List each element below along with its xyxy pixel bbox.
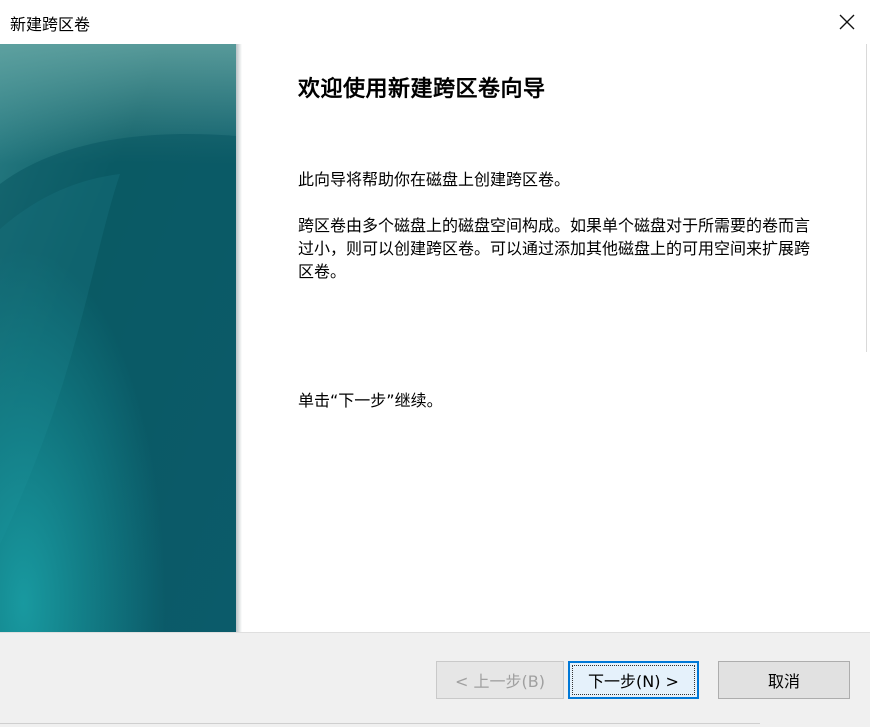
window-title: 新建跨区卷: [10, 15, 91, 34]
instruction-text: 单击“下一步”继续。: [298, 391, 443, 410]
cancel-button-label: 取消: [767, 672, 800, 691]
window-bottom-edge: [0, 723, 760, 724]
close-button[interactable]: [824, 0, 870, 44]
title-bar: 新建跨区卷: [0, 0, 870, 44]
cancel-button[interactable]: 取消: [718, 661, 850, 699]
wizard-banner-image: [0, 44, 236, 633]
description-text: 跨区卷由多个磁盘上的磁盘空间构成。如果单个磁盘对于所需要的卷而言过小，则可以创建…: [298, 216, 811, 281]
next-button[interactable]: 下一步(N) >: [568, 661, 699, 699]
close-icon: [839, 14, 855, 30]
banner-shadow: [236, 44, 242, 633]
back-button[interactable]: < 上一步(B): [436, 661, 564, 699]
next-button-label: 下一步(N) >: [588, 672, 679, 691]
intro-text: 此向导将帮助你在磁盘上创建跨区卷。: [298, 170, 571, 189]
wizard-content: 欢迎使用新建跨区卷向导 此向导将帮助你在磁盘上创建跨区卷。 跨区卷由多个磁盘上的…: [298, 44, 818, 633]
button-bar: < 上一步(B) 下一步(N) > 取消: [0, 632, 870, 727]
page-heading: 欢迎使用新建跨区卷向导: [298, 77, 546, 102]
back-button-label: < 上一步(B): [455, 672, 545, 691]
window-edge: [866, 44, 867, 352]
